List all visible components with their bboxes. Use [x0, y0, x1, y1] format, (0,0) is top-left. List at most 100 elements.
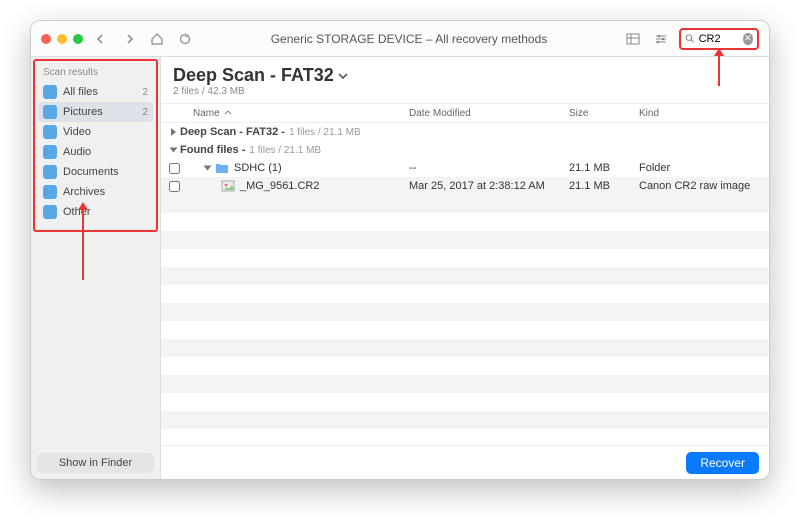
forward-button[interactable]	[119, 29, 139, 49]
footer: Recover	[161, 445, 769, 479]
sidebar-header: Scan results	[35, 61, 156, 82]
page-title[interactable]: Deep Scan - FAT32	[173, 65, 348, 86]
scan-results-group: Scan results All files 2 Pictures 2 Video Aud…	[33, 59, 158, 232]
group-label: Found files -	[180, 144, 245, 156]
category-icon	[43, 85, 57, 99]
category-icon	[43, 145, 57, 159]
chevron-down-icon	[338, 72, 348, 80]
titlebar: Generic STORAGE DEVICE – All recovery me…	[31, 21, 769, 57]
file-kind: Folder	[639, 162, 769, 174]
home-icon	[150, 32, 164, 46]
home-button[interactable]	[147, 29, 167, 49]
empty-row	[161, 357, 769, 375]
column-headers: Name Date Modified Size Kind	[161, 103, 769, 123]
sidebar-item-label: Audio	[63, 146, 91, 158]
show-in-finder-button[interactable]: Show in Finder	[37, 453, 154, 473]
file-date: --	[409, 162, 569, 174]
col-kind[interactable]: Kind	[639, 108, 769, 119]
empty-row	[161, 249, 769, 267]
filter-button[interactable]	[651, 29, 671, 49]
disclosure-icon[interactable]	[204, 166, 212, 171]
sidebar-item-documents[interactable]: Documents	[35, 162, 156, 182]
sidebar-item-archives[interactable]: Archives	[35, 182, 156, 202]
empty-row	[161, 303, 769, 321]
file-name: SDHC (1)	[234, 162, 282, 174]
row-checkbox[interactable]	[169, 181, 180, 192]
category-icon	[43, 205, 57, 219]
sliders-icon	[654, 33, 668, 45]
sidebar-item-count: 2	[142, 87, 148, 98]
folder-icon	[215, 162, 229, 174]
empty-row	[161, 411, 769, 429]
page-title-text: Deep Scan - FAT32	[173, 65, 334, 86]
refresh-button[interactable]	[175, 29, 195, 49]
empty-row	[161, 267, 769, 285]
window-controls	[41, 34, 83, 44]
file-row[interactable]: SDHC (1) --21.1 MBFolder	[161, 159, 769, 177]
main-panel: Deep Scan - FAT32 2 files / 42.3 MB Name…	[161, 57, 769, 479]
sidebar-item-label: Documents	[63, 166, 119, 178]
sidebar-item-video[interactable]: Video	[35, 122, 156, 142]
file-name: _MG_9561.CR2	[240, 180, 320, 192]
zoom-icon[interactable]	[73, 34, 83, 44]
search-input-container[interactable]: ✕	[679, 28, 759, 50]
col-name[interactable]: Name	[187, 108, 409, 119]
sidebar: Scan results All files 2 Pictures 2 Video Aud…	[31, 57, 161, 479]
empty-row	[161, 321, 769, 339]
sidebar-item-label: Archives	[63, 186, 105, 198]
group-header[interactable]: Deep Scan - FAT32 - 1 files / 21.1 MB	[161, 123, 769, 141]
empty-row	[161, 393, 769, 411]
close-icon[interactable]	[41, 34, 51, 44]
search-input[interactable]	[699, 33, 739, 45]
sidebar-item-all-files[interactable]: All files 2	[35, 82, 156, 102]
chevron-right-icon	[124, 34, 134, 44]
file-size: 21.1 MB	[569, 162, 639, 174]
group-header[interactable]: Found files - 1 files / 21.1 MB	[161, 141, 769, 159]
window-title: Generic STORAGE DEVICE – All recovery me…	[203, 32, 615, 46]
page-subtitle: 2 files / 42.3 MB	[173, 86, 757, 97]
view-mode-button[interactable]	[623, 29, 643, 49]
image-icon	[221, 180, 235, 192]
file-row[interactable]: _MG_9561.CR2 Mar 25, 2017 at 2:38:12 AM21…	[161, 177, 769, 195]
sidebar-item-pictures[interactable]: Pictures 2	[38, 102, 153, 122]
minimize-icon[interactable]	[57, 34, 67, 44]
empty-row	[161, 213, 769, 231]
main-header: Deep Scan - FAT32 2 files / 42.3 MB	[161, 57, 769, 103]
category-icon	[43, 105, 57, 119]
sidebar-item-count: 2	[142, 107, 148, 118]
clear-search-button[interactable]: ✕	[743, 33, 753, 45]
group-meta: 1 files / 21.1 MB	[289, 127, 361, 138]
file-kind: Canon CR2 raw image	[639, 180, 769, 192]
group-meta: 1 files / 21.1 MB	[249, 145, 321, 156]
search-icon	[685, 33, 695, 44]
app-window: Generic STORAGE DEVICE – All recovery me…	[30, 20, 770, 480]
recover-button[interactable]: Recover	[686, 452, 759, 474]
sidebar-item-other[interactable]: Other	[35, 202, 156, 222]
sidebar-item-label: All files	[63, 86, 98, 98]
col-date[interactable]: Date Modified	[409, 108, 569, 119]
disclosure-icon	[171, 128, 176, 136]
group-label: Deep Scan - FAT32 -	[180, 126, 285, 138]
category-icon	[43, 165, 57, 179]
empty-row	[161, 339, 769, 357]
content-body: Scan results All files 2 Pictures 2 Video Aud…	[31, 57, 769, 479]
file-size: 21.1 MB	[569, 180, 639, 192]
grid-icon	[626, 33, 640, 45]
empty-row	[161, 375, 769, 393]
back-button[interactable]	[91, 29, 111, 49]
sidebar-item-label: Video	[63, 126, 91, 138]
refresh-icon	[178, 32, 192, 46]
sidebar-item-audio[interactable]: Audio	[35, 142, 156, 162]
empty-row	[161, 231, 769, 249]
empty-row	[161, 429, 769, 445]
annotation-arrow-search	[718, 56, 720, 86]
row-checkbox[interactable]	[169, 163, 180, 174]
annotation-arrow-sidebar	[82, 210, 84, 280]
col-size[interactable]: Size	[569, 108, 639, 119]
empty-row	[161, 285, 769, 303]
file-date: Mar 25, 2017 at 2:38:12 AM	[409, 180, 569, 192]
sidebar-item-label: Pictures	[63, 106, 103, 118]
sort-asc-icon	[224, 109, 232, 117]
category-icon	[43, 125, 57, 139]
empty-row	[161, 195, 769, 213]
